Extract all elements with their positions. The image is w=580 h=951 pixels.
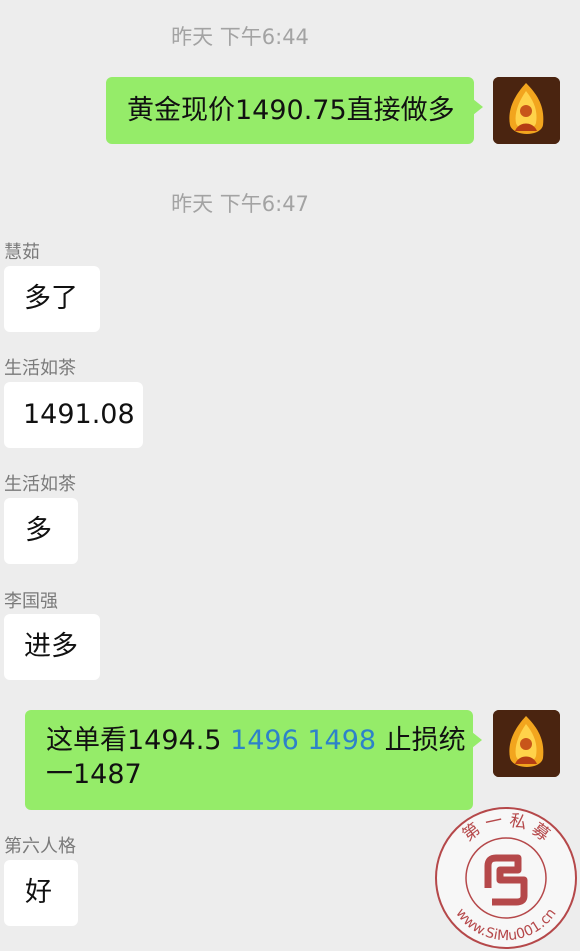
message-text: 这单看1494.5 1496 1498 止损统: [46, 724, 473, 758]
message-bubble-incoming[interactable]: 多: [4, 498, 78, 564]
message-text: 1491.08: [23, 399, 135, 430]
message-bubble-incoming[interactable]: 进多: [4, 614, 100, 680]
message-text: 黄金现价1490.75直接做多: [127, 95, 455, 126]
message-bubble-incoming[interactable]: 好: [4, 860, 78, 926]
message-text: 好: [25, 877, 52, 908]
buddha-avatar-icon: [493, 77, 560, 144]
message-text: 多: [25, 515, 52, 546]
message-text: 进多: [24, 631, 78, 662]
message-text-line2: 一1487: [46, 759, 142, 790]
timestamp: 昨天 下午6:47: [171, 192, 309, 216]
avatar-icon[interactable]: [493, 77, 560, 144]
sender-name: 生活如茶: [4, 474, 76, 495]
message-bubble-outgoing[interactable]: 这单看1494.5 1496 1498 止损统 一1487: [25, 710, 482, 810]
sender-name: 李国强: [4, 591, 58, 612]
sender-name: 生活如茶: [4, 358, 76, 379]
watermark-logo-icon: 第 一 私 募 www.SiMu001.cn: [435, 807, 577, 949]
message-bubble-outgoing[interactable]: 黄金现价1490.75直接做多: [106, 77, 483, 144]
message-text-part: 止损统: [376, 725, 466, 756]
message-text: 多了: [24, 283, 78, 314]
message-text-part: 这单看1494.5: [46, 725, 231, 756]
buddha-avatar-icon: [493, 710, 560, 777]
timestamp: 昨天 下午6:44: [171, 25, 309, 49]
message-bubble-incoming[interactable]: 1491.08: [4, 382, 143, 448]
sender-name: 慧茹: [4, 242, 40, 263]
sender-name: 第六人格: [4, 836, 76, 857]
message-link-text[interactable]: 1496 1498: [230, 725, 376, 756]
avatar-icon[interactable]: [493, 710, 560, 777]
message-bubble-incoming[interactable]: 多了: [4, 266, 100, 332]
